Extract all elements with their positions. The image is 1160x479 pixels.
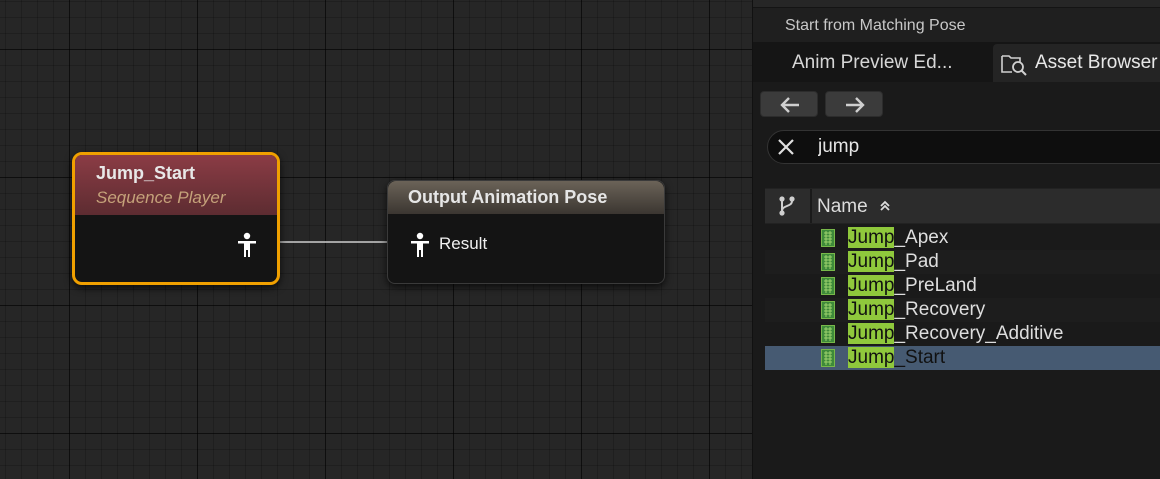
sequence-player-node[interactable]: Jump_Start Sequence Player: [72, 152, 280, 285]
tab-anim-preview-editor[interactable]: Anim Preview Ed...: [753, 44, 991, 82]
asset-name-rest: _Start: [894, 347, 946, 368]
asset-name-rest: _Apex: [894, 227, 949, 248]
node-header: Output Animation Pose: [388, 181, 664, 214]
arrow-left-icon: [780, 97, 799, 113]
anim-sequence-icon: [821, 301, 835, 319]
back-button[interactable]: [760, 91, 818, 117]
asset-name-rest: _PreLand: [894, 275, 977, 296]
tab-asset-browser-label: Asset Browser: [1035, 52, 1158, 73]
clear-search-icon[interactable]: [776, 137, 796, 157]
asset-row-jump-apex[interactable]: Jump_Apex: [765, 226, 1160, 250]
arrow-right-icon: [846, 97, 865, 113]
output-pose-node[interactable]: Output Animation Pose Result: [387, 180, 665, 284]
node-header: Jump_Start Sequence Player: [75, 155, 277, 215]
asset-name-rest: _Recovery: [894, 299, 986, 320]
asset-row-jump-recovery[interactable]: Jump_Recovery: [765, 298, 1160, 322]
search-match-highlight: Jump: [848, 347, 895, 368]
asset-row-jump-recovery-additive[interactable]: Jump_Recovery_Additive: [765, 322, 1160, 346]
asset-name-rest: _Pad: [894, 251, 939, 272]
pose-output-pin-icon[interactable]: [235, 232, 259, 258]
sort-ascending-icon: [880, 200, 890, 211]
search-match-highlight: Jump: [848, 251, 895, 272]
anim-sequence-icon: [821, 325, 835, 343]
search-input[interactable]: [818, 135, 1158, 159]
tab-asset-browser[interactable]: Asset Browser: [993, 44, 1160, 82]
asset-row-jump-start[interactable]: Jump_Start: [765, 346, 1160, 370]
name-column-header[interactable]: Name: [817, 196, 891, 218]
search-match-highlight: Jump: [848, 299, 895, 320]
anim-sequence-icon: [821, 349, 835, 367]
asset-search-box[interactable]: [767, 130, 1160, 164]
asset-row-jump-pad[interactable]: Jump_Pad: [765, 250, 1160, 274]
asset-row-jump-preland[interactable]: Jump_PreLand: [765, 274, 1160, 298]
asset-name-rest: _Recovery_Additive: [894, 323, 1064, 344]
anim-sequence-icon: [821, 253, 835, 271]
node-title: Output Animation Pose: [408, 187, 608, 207]
forward-button[interactable]: [825, 91, 883, 117]
anim-sequence-icon: [821, 229, 835, 247]
result-pin-label: Result: [439, 234, 488, 253]
asset-list: Jump_Apex Jump_Pad Jump_PreLand Jump_Rec…: [765, 226, 1160, 370]
panel-divider: [753, 0, 1160, 8]
asset-table-header: Name: [765, 188, 1160, 224]
search-match-highlight: Jump: [848, 323, 895, 344]
anim-sequence-icon: [821, 277, 835, 295]
node-title: Jump_Start: [96, 163, 196, 183]
start-from-matching-pose-label: Start from Matching Pose: [785, 17, 966, 34]
column-separator: [810, 189, 812, 223]
details-strip: Start from Matching Pose: [753, 0, 1160, 42]
asset-browser-icon: [1001, 55, 1027, 76]
right-panel: Start from Matching Pose Anim Preview Ed…: [752, 0, 1160, 479]
tab-bar: Anim Preview Ed... Asset Browser: [753, 42, 1160, 82]
search-match-highlight: Jump: [848, 227, 895, 248]
anim-graph-canvas[interactable]: Jump_Start Sequence Player Output Animat…: [0, 0, 752, 479]
pose-input-pin-icon[interactable]: [408, 232, 432, 258]
node-subtitle: Sequence Player: [96, 188, 226, 207]
source-control-branch-icon[interactable]: [777, 195, 797, 217]
search-match-highlight: Jump: [848, 275, 895, 296]
name-column-label: Name: [817, 196, 868, 217]
